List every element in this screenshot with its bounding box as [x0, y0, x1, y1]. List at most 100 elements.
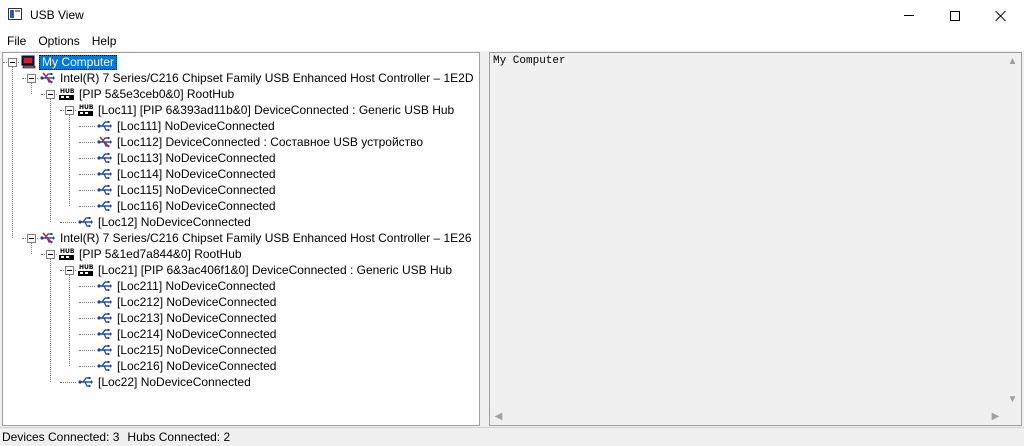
- tree-connector: [69, 115, 70, 206]
- tree-connector: [79, 318, 95, 319]
- scroll-down-icon[interactable]: ▼: [1004, 391, 1021, 408]
- tree-item-label: Intel(R) 7 Series/C216 Chipset Family US…: [60, 231, 472, 245]
- collapse-toggle-icon[interactable]: [65, 106, 74, 115]
- scroll-left-icon[interactable]: ◀: [490, 408, 507, 425]
- tree-connector: [60, 382, 76, 383]
- menu-file[interactable]: File: [0, 31, 32, 51]
- tree-item-port[interactable]: [Loc113] NoDeviceConnected: [97, 150, 278, 166]
- usb-controller-icon: [40, 232, 55, 244]
- device-tree[interactable]: My Computer Intel(R) 7 Series/C216 Chipse…: [2, 52, 480, 426]
- devices-connected-status: Devices Connected: 3: [2, 430, 120, 444]
- usb-port-icon: [97, 345, 112, 356]
- tree-connector: [50, 259, 51, 382]
- tree-item-label: [Loc213] NoDeviceConnected: [117, 311, 277, 325]
- tree-item-label: [PIP 5&5e3ceb0&0] RootHub: [79, 87, 235, 101]
- usb-port-icon: [97, 169, 112, 180]
- tree-item-usb-hub[interactable]: HUB [Loc11] [PIP 6&393ad11b&0] DeviceConn…: [78, 102, 456, 118]
- computer-icon: [21, 55, 36, 69]
- tree-connector: [31, 83, 32, 94]
- status-bar: Devices Connected: 3 Hubs Connected: 2: [0, 427, 1024, 446]
- tree-connector: [79, 366, 95, 367]
- tree-item-port[interactable]: [Loc12] NoDeviceConnected: [78, 214, 253, 230]
- usb-port-icon: [97, 313, 112, 324]
- usb-device-icon: [97, 136, 112, 148]
- tree-connector: [79, 302, 95, 303]
- tree-connector: [50, 99, 51, 222]
- detail-text: My Computer: [493, 55, 566, 67]
- tree-item-port[interactable]: [Loc114] NoDeviceConnected: [97, 166, 278, 182]
- tree-item-my-computer[interactable]: My Computer: [21, 54, 118, 70]
- tree-item-port[interactable]: [Loc22] NoDeviceConnected: [78, 374, 253, 390]
- tree-item-port[interactable]: [Loc216] NoDeviceConnected: [97, 358, 278, 374]
- usb-port-icon: [97, 297, 112, 308]
- collapse-toggle-icon[interactable]: [8, 58, 17, 67]
- tree-connector: [31, 243, 32, 254]
- tree-connector: [79, 126, 95, 127]
- tree-item-label: [Loc111] NoDeviceConnected: [117, 119, 275, 133]
- menu-bar: File Options Help: [0, 31, 1024, 51]
- collapse-toggle-icon[interactable]: [65, 266, 74, 275]
- close-icon: [995, 10, 1007, 22]
- usb-port-icon: [97, 185, 112, 196]
- tree-item-root-hub[interactable]: HUB [PIP 5&1ed7a844&0] RootHub: [59, 246, 244, 262]
- svg-text:HUB: HUB: [60, 248, 75, 255]
- vertical-scrollbar[interactable]: ▲ ▼: [1004, 53, 1021, 408]
- hubs-connected-status: Hubs Connected: 2: [127, 430, 231, 444]
- usb-hub-icon: HUB: [78, 104, 94, 116]
- tree-item-label: Intel(R) 7 Series/C216 Chipset Family US…: [60, 71, 474, 85]
- detail-pane[interactable]: My Computer ▲ ▼ ◀ ▶: [489, 52, 1022, 426]
- menu-options[interactable]: Options: [32, 31, 85, 51]
- tree-item-label: [Loc113] NoDeviceConnected: [117, 151, 276, 165]
- tree-item-port[interactable]: [Loc214] NoDeviceConnected: [97, 326, 278, 342]
- tree-item-label: [Loc116] NoDeviceConnected: [117, 199, 276, 213]
- scroll-corner: [1004, 408, 1021, 425]
- title-bar[interactable]: USB View: [0, 0, 1024, 31]
- menu-help[interactable]: Help: [86, 31, 123, 51]
- tree-item-label: [Loc114] NoDeviceConnected: [117, 167, 276, 181]
- tree-item-label: [Loc21] [PIP 6&3ac406f1&0] DeviceConnect…: [98, 263, 452, 277]
- tree-connector: [79, 158, 95, 159]
- pane-splitter[interactable]: [480, 52, 489, 426]
- tree-item-port[interactable]: [Loc212] NoDeviceConnected: [97, 294, 278, 310]
- minimize-icon: [904, 15, 914, 16]
- usb-port-icon: [97, 121, 112, 132]
- tree-item-port[interactable]: [Loc115] NoDeviceConnected: [97, 182, 278, 198]
- tree-item-port[interactable]: [Loc111] NoDeviceConnected: [97, 118, 277, 134]
- tree-item-port[interactable]: [Loc215] NoDeviceConnected: [97, 342, 278, 358]
- tree-item-label: [Loc211] NoDeviceConnected: [117, 279, 276, 293]
- close-button[interactable]: [978, 0, 1024, 31]
- tree-item-label: [Loc22] NoDeviceConnected: [98, 375, 251, 389]
- tree-connector: [69, 275, 70, 366]
- usb-controller-icon: [40, 72, 55, 84]
- collapse-toggle-icon[interactable]: [46, 250, 55, 259]
- usb-port-icon: [97, 361, 112, 372]
- tree-item-root-hub[interactable]: HUB [PIP 5&5e3ceb0&0] RootHub: [59, 86, 236, 102]
- collapse-toggle-icon[interactable]: [27, 234, 36, 243]
- maximize-button[interactable]: [932, 0, 978, 31]
- collapse-toggle-icon[interactable]: [46, 90, 55, 99]
- horizontal-scrollbar[interactable]: ◀ ▶: [490, 408, 1004, 425]
- window-title: USB View: [30, 8, 84, 22]
- tree-item-label: [Loc112] DeviceConnected : Составное USB…: [117, 135, 424, 149]
- tree-connector: [79, 190, 95, 191]
- collapse-toggle-icon[interactable]: [27, 74, 36, 83]
- minimize-button[interactable]: [886, 0, 932, 31]
- usb-port-icon: [97, 153, 112, 164]
- tree-connector: [12, 67, 13, 238]
- tree-item-port[interactable]: [Loc211] NoDeviceConnected: [97, 278, 278, 294]
- tree-item-usb-hub[interactable]: HUB [Loc21] [PIP 6&3ac406f1&0] DeviceConn…: [78, 262, 454, 278]
- scroll-up-icon[interactable]: ▲: [1004, 53, 1021, 70]
- tree-item-host-controller[interactable]: Intel(R) 7 Series/C216 Chipset Family US…: [40, 70, 476, 86]
- tree-item-host-controller[interactable]: Intel(R) 7 Series/C216 Chipset Family US…: [40, 230, 474, 246]
- tree-item-port[interactable]: [Loc116] NoDeviceConnected: [97, 198, 278, 214]
- tree-item-port[interactable]: [Loc213] NoDeviceConnected: [97, 310, 278, 326]
- usb-port-icon: [97, 329, 112, 340]
- tree-item-label: My Computer: [39, 54, 118, 70]
- tree-item-label: [Loc214] NoDeviceConnected: [117, 327, 277, 341]
- tree-connector: [60, 222, 76, 223]
- scroll-right-icon[interactable]: ▶: [987, 408, 1004, 425]
- tree-item-port[interactable]: [Loc112] DeviceConnected : Составное USB…: [97, 134, 425, 150]
- tree-connector: [79, 334, 95, 335]
- usb-port-icon: [97, 201, 112, 212]
- tree-connector: [79, 350, 95, 351]
